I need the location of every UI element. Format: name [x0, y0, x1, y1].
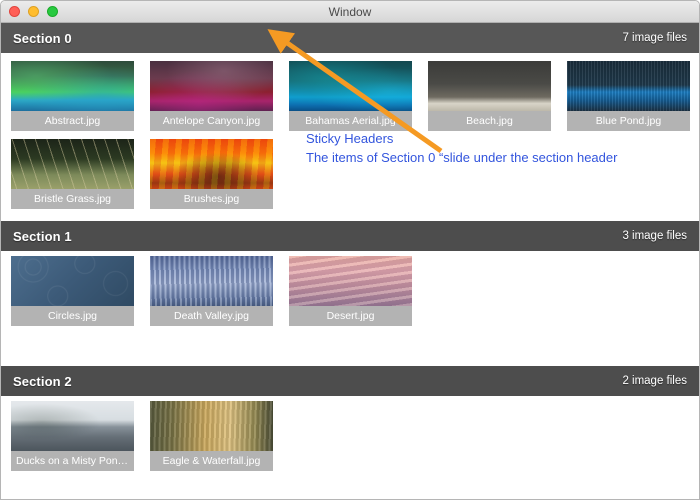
image-thumbnail	[428, 61, 551, 111]
close-button-icon[interactable]	[9, 6, 20, 17]
image-caption: Beach.jpg	[466, 115, 513, 127]
image-caption: Bahamas Aerial.jpg	[305, 115, 396, 127]
title-bar: Window	[1, 1, 699, 23]
image-thumbnail	[11, 256, 134, 306]
caption-bar: Bristle Grass.jpg	[11, 189, 134, 209]
section-2-row-0: Ducks on a Misty Pond.jpg Eagle & Waterf…	[11, 401, 273, 471]
image-thumbnail	[150, 256, 273, 306]
caption-bar: Brushes.jpg	[150, 189, 273, 209]
section-title: Section 0	[13, 30, 72, 46]
image-card[interactable]: Ducks on a Misty Pond.jpg	[11, 401, 134, 471]
image-card[interactable]: Bristle Grass.jpg	[11, 139, 134, 209]
section-count: 7 image files	[622, 32, 687, 44]
caption-bar: Antelope Canyon.jpg	[150, 111, 273, 131]
caption-bar: Bahamas Aerial.jpg	[289, 111, 412, 131]
section-0-row-0: Abstract.jpg Antelope Canyon.jpg Bahamas…	[11, 61, 690, 131]
caption-bar: Blue Pond.jpg	[567, 111, 690, 131]
image-caption: Circles.jpg	[47, 310, 97, 322]
section-header-0[interactable]: Section 0 7 image files	[1, 23, 699, 53]
caption-bar: Beach.jpg	[428, 111, 551, 131]
image-thumbnail	[11, 139, 134, 189]
image-caption: Blue Pond.jpg	[595, 115, 662, 127]
image-card[interactable]: Circles.jpg	[11, 256, 134, 326]
image-thumbnail	[289, 256, 412, 306]
image-card[interactable]: Bahamas Aerial.jpg	[289, 61, 412, 131]
annotation-line-2: The items of Section 0 “slide under the …	[306, 150, 618, 165]
image-card[interactable]: Beach.jpg	[428, 61, 551, 131]
caption-bar: Circles.jpg	[11, 306, 134, 326]
caption-bar: Death Valley.jpg	[150, 306, 273, 326]
image-caption: Ducks on a Misty Pond.jpg	[16, 455, 131, 467]
section-0-row-1: Bristle Grass.jpg Brushes.jpg	[11, 139, 273, 209]
image-caption: Brushes.jpg	[183, 193, 240, 205]
image-thumbnail	[11, 61, 134, 111]
image-thumbnail	[289, 61, 412, 111]
image-caption: Desert.jpg	[326, 310, 375, 322]
section-count: 2 image files	[622, 375, 687, 387]
image-card[interactable]: Antelope Canyon.jpg	[150, 61, 273, 131]
image-caption: Death Valley.jpg	[174, 310, 249, 322]
zoom-button-icon[interactable]	[47, 6, 58, 17]
traffic-light-group	[1, 6, 58, 17]
image-caption: Bristle Grass.jpg	[33, 193, 112, 205]
image-card[interactable]: Brushes.jpg	[150, 139, 273, 209]
section-1-row-0: Circles.jpg Death Valley.jpg Desert.jpg	[11, 256, 412, 326]
image-caption: Abstract.jpg	[44, 115, 101, 127]
image-thumbnail	[150, 61, 273, 111]
image-card[interactable]: Blue Pond.jpg	[567, 61, 690, 131]
minimize-button-icon[interactable]	[28, 6, 39, 17]
caption-bar: Ducks on a Misty Pond.jpg	[11, 451, 134, 471]
image-caption: Eagle & Waterfall.jpg	[162, 455, 261, 467]
collection-view[interactable]: Abstract.jpg Antelope Canyon.jpg Bahamas…	[1, 23, 699, 499]
image-card[interactable]: Abstract.jpg	[11, 61, 134, 131]
image-card[interactable]: Desert.jpg	[289, 256, 412, 326]
section-header-2[interactable]: Section 2 2 image files	[1, 366, 699, 396]
image-thumbnail	[150, 401, 273, 451]
image-card[interactable]: Eagle & Waterfall.jpg	[150, 401, 273, 471]
image-card[interactable]: Death Valley.jpg	[150, 256, 273, 326]
image-thumbnail	[150, 139, 273, 189]
annotation-line-1: Sticky Headers	[306, 131, 394, 146]
section-count: 3 image files	[622, 230, 687, 242]
section-title: Section 2	[13, 373, 72, 389]
section-header-1[interactable]: Section 1 3 image files	[1, 221, 699, 251]
caption-bar: Eagle & Waterfall.jpg	[150, 451, 273, 471]
caption-bar: Abstract.jpg	[11, 111, 134, 131]
image-thumbnail	[11, 401, 134, 451]
app-window: Window Abstract.jpg Antelope Canyon.jpg …	[0, 0, 700, 500]
window-title: Window	[328, 4, 372, 19]
section-title: Section 1	[13, 228, 72, 244]
annotation-text: Sticky Headers The items of Section 0 “s…	[306, 129, 617, 167]
caption-bar: Desert.jpg	[289, 306, 412, 326]
image-caption: Antelope Canyon.jpg	[162, 115, 261, 127]
image-thumbnail	[567, 61, 690, 111]
